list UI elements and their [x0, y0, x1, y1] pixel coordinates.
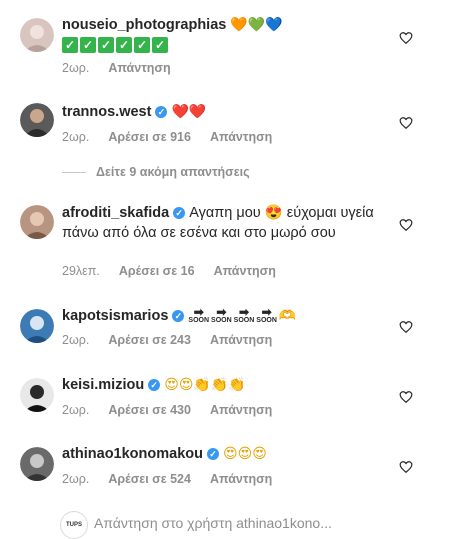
likes-count[interactable]: Αρέσει σε 916	[108, 130, 191, 144]
like-heart-icon[interactable]	[399, 31, 413, 45]
soon-arrow-icon: ➡ SOON	[188, 305, 210, 324]
timestamp: 2ωρ.	[62, 61, 90, 75]
comment-meta: 29λεπ. Αρέσει σε 16 Απάντηση	[62, 264, 292, 278]
verified-badge-icon: ✓	[207, 448, 219, 460]
comment-text: nouseio_photographias 🧡💚💙 ✓ ✓ ✓ ✓ ✓ ✓	[62, 15, 395, 55]
comment-text: athinao1konomakou ✓ 😍😍😍	[62, 444, 395, 464]
comment-meta: 2ωρ. Απάντηση	[62, 61, 187, 75]
divider	[62, 172, 86, 174]
comment-text: keisi.miziou ✓ 😍😍👏👏👏	[62, 375, 395, 395]
soon-arrow-icon: ➡ SOON	[211, 305, 232, 324]
heart-hands-icon: 🫶	[278, 308, 297, 324]
like-heart-icon[interactable]	[399, 116, 413, 130]
check-icon: ✓	[116, 37, 132, 53]
username[interactable]: trannos.west	[62, 104, 151, 120]
check-icon: ✓	[134, 37, 150, 53]
verified-badge-icon: ✓	[173, 207, 186, 219]
username[interactable]: afroditi_skafida	[62, 205, 169, 221]
comment-meta: 2ωρ. Αρέσει σε 916 Απάντηση	[62, 130, 288, 144]
timestamp: 2ωρ.	[62, 130, 90, 144]
likes-count[interactable]: Αρέσει σε 16	[119, 264, 195, 278]
comment-meta: 2ωρ. Αρέσει σε 430 Απάντηση	[62, 403, 288, 417]
timestamp: 2ωρ.	[62, 472, 90, 486]
avatar[interactable]	[20, 309, 54, 343]
check-icon: ✓	[152, 37, 168, 53]
soon-arrow-icon: ➡ SOON	[256, 305, 277, 324]
avatar[interactable]	[20, 205, 54, 239]
blue-heart-icon: 💙	[265, 17, 283, 33]
comment-emojis: 😍😍😍	[223, 446, 267, 462]
verified-badge-icon: ✓	[148, 379, 161, 391]
green-heart-icon: 💚	[247, 17, 266, 33]
likes-count[interactable]: Αρέσει σε 430	[108, 403, 191, 417]
reply-button[interactable]: Απάντηση	[210, 403, 272, 417]
like-heart-icon[interactable]	[399, 320, 413, 334]
like-heart-icon[interactable]	[399, 218, 413, 232]
comment-meta: 2ωρ. Αρέσει σε 524 Απάντηση	[62, 472, 288, 486]
reply-input[interactable]: Απάντηση στο χρήστη athinao1kono...	[94, 515, 394, 531]
avatar[interactable]	[20, 447, 54, 481]
username[interactable]: keisi.miziou	[62, 377, 144, 393]
check-icon: ✓	[98, 37, 114, 53]
avatar: TUPS	[60, 511, 88, 539]
username[interactable]: nouseio_photographias	[62, 17, 226, 33]
comment-text: kapotsismarios ✓ ➡ SOON ➡ SOON ➡ SOON ➡ SOON 🫶	[62, 306, 395, 326]
timestamp: 2ωρ.	[62, 403, 90, 417]
username[interactable]: kapotsismarios	[62, 308, 168, 324]
likes-count[interactable]: Αρέσει σε 243	[108, 333, 191, 347]
likes-count[interactable]: Αρέσει σε 524	[108, 472, 191, 486]
red-heart-icon: ❤️	[171, 104, 189, 120]
reply-button[interactable]: Απάντηση	[108, 61, 170, 75]
verified-badge-icon: ✓	[155, 106, 168, 118]
comment-emojis: 😍😍👏👏👏	[164, 377, 246, 393]
avatar[interactable]	[20, 103, 54, 137]
like-heart-icon[interactable]	[399, 390, 413, 404]
like-heart-icon[interactable]	[399, 460, 413, 474]
comment-text: trannos.west ✓ ❤️❤️	[62, 102, 395, 122]
comment-text: afroditi_skafida ✓ Αγαπη μου 😍 εύχομαι υγ…	[62, 203, 395, 243]
check-icon: ✓	[62, 37, 78, 53]
avatar[interactable]	[20, 18, 54, 52]
username[interactable]: athinao1konomakou	[62, 446, 203, 462]
view-more-replies-button[interactable]: Δείτε 9 ακόμη απαντήσεις	[62, 165, 250, 179]
reply-button[interactable]: Απάντηση	[210, 333, 272, 347]
check-icon: ✓	[80, 37, 96, 53]
red-heart-icon: ❤️	[188, 104, 207, 120]
reply-button[interactable]: Απάντηση	[210, 472, 272, 486]
timestamp: 29λεπ.	[62, 264, 100, 278]
avatar[interactable]	[20, 378, 54, 412]
soon-arrow-icon: ➡ SOON	[233, 305, 255, 324]
more-replies-label: Δείτε 9 ακόμη απαντήσεις	[96, 165, 250, 179]
orange-heart-icon: 🧡	[230, 17, 248, 33]
reply-button[interactable]: Απάντηση	[214, 264, 276, 278]
reply-button[interactable]: Απάντηση	[210, 130, 272, 144]
comments-panel: nouseio_photographias 🧡💚💙 ✓ ✓ ✓ ✓ ✓ ✓ 2ωρ. Απ…	[0, 0, 453, 539]
comment-meta: 2ωρ. Αρέσει σε 243 Απάντηση	[62, 333, 288, 347]
verified-badge-icon: ✓	[172, 310, 185, 322]
timestamp: 2ωρ.	[62, 333, 90, 347]
